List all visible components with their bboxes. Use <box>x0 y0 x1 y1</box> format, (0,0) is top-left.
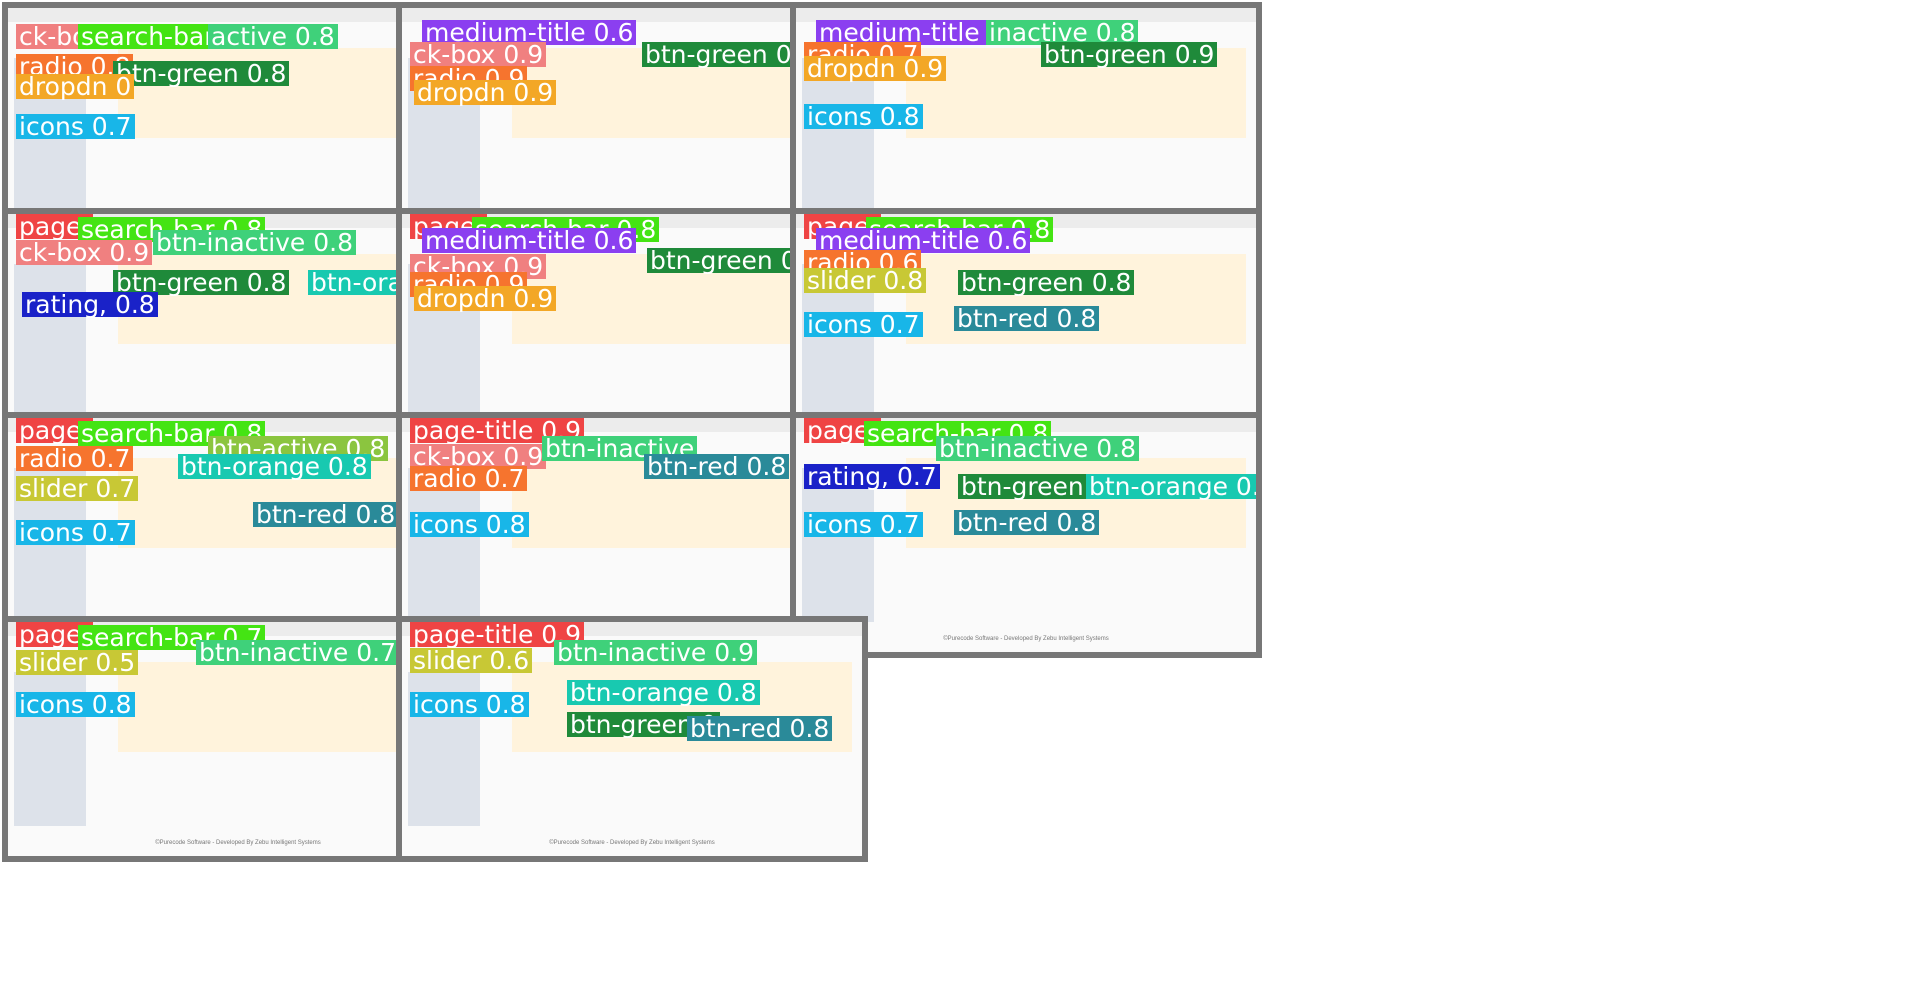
detection-label-icons: icons 0.8 <box>410 692 529 717</box>
detection-label-btn-red: btn-red 0.8 <box>954 306 1100 331</box>
detection-label-radio: radio 0.7 <box>410 466 528 491</box>
detection-label-slider: slider 0.6 <box>410 648 533 673</box>
detection-label-btn-inactive: btn-inactive 0.8 <box>153 230 357 255</box>
detection-label-radio: radio 0.7 <box>16 446 134 471</box>
detection-label-dropdn: dropdn 0.9 <box>414 80 557 105</box>
screenshot-panel: ©Purecode Software - Developed By Zebu I… <box>396 616 868 862</box>
detection-label-slider: slider 0.8 <box>804 268 927 293</box>
detection-label-btn-red: btn-red 0.8 <box>253 502 399 527</box>
filter-sidebar <box>802 468 874 622</box>
detection-label-icons: icons 0.7 <box>16 114 135 139</box>
detection-label-dropdn: dropdn 0.9 <box>414 286 557 311</box>
detection-label-slider: slider 0.7 <box>16 476 139 501</box>
detection-label-rating: rating, 0.7 <box>804 464 940 489</box>
page-footer: ©Purecode Software - Developed By Zebu I… <box>549 840 715 846</box>
detection-label-icons: icons 0.8 <box>804 104 923 129</box>
detection-label-icons: icons 0.7 <box>16 520 135 545</box>
detection-label-icons: icons 0.7 <box>804 512 923 537</box>
detection-label-btn-orange: btn-orange 0.8 <box>178 454 371 479</box>
detection-label-btn-inactive: btn-inactive 0.8 <box>936 436 1140 461</box>
detection-label-check-box: ck-box 0.9 <box>16 240 153 265</box>
detection-label-icons: icons 0.8 <box>16 692 135 717</box>
filter-sidebar <box>14 264 86 418</box>
detection-label-icons: icons 0.8 <box>410 512 529 537</box>
detection-label-btn-green: btn-green 0.8 <box>113 61 290 86</box>
detection-label-dropdn: dropdn 0.9 <box>804 56 947 81</box>
detection-label-btn-inactive: active 0.8 <box>208 24 338 49</box>
detection-grid: ©Purecode Software - Developed By Zebu I… <box>0 0 1920 1008</box>
detection-label-btn-inactive: btn-inactive 0.7 <box>196 640 400 665</box>
detection-label-btn-inactive: btn-inactive 0.9 <box>554 640 758 665</box>
detection-label-btn-green: btn-green 0.9 <box>1041 42 1218 67</box>
detection-label-btn-green: btn-green 0.8 <box>958 270 1135 295</box>
detection-label-dropdn: dropdn 0 <box>16 74 135 99</box>
detection-label-slider: slider 0.5 <box>16 650 139 675</box>
detection-label-btn-red: btn-red 0.8 <box>687 716 833 741</box>
detection-label-btn-orange: btn-orange 0.8 <box>567 680 760 705</box>
detection-label-rating: rating, 0.8 <box>22 292 158 317</box>
detection-label-icons: icons 0.7 <box>804 312 923 337</box>
detection-label-medium-title: medium-title 0.6 <box>422 228 637 253</box>
detection-label-btn-red: btn-red 0.8 <box>644 454 790 479</box>
detection-label-btn-red: btn-red 0.8 <box>954 510 1100 535</box>
detection-label-btn-orange: btn-orange 0.8 <box>1086 474 1256 499</box>
